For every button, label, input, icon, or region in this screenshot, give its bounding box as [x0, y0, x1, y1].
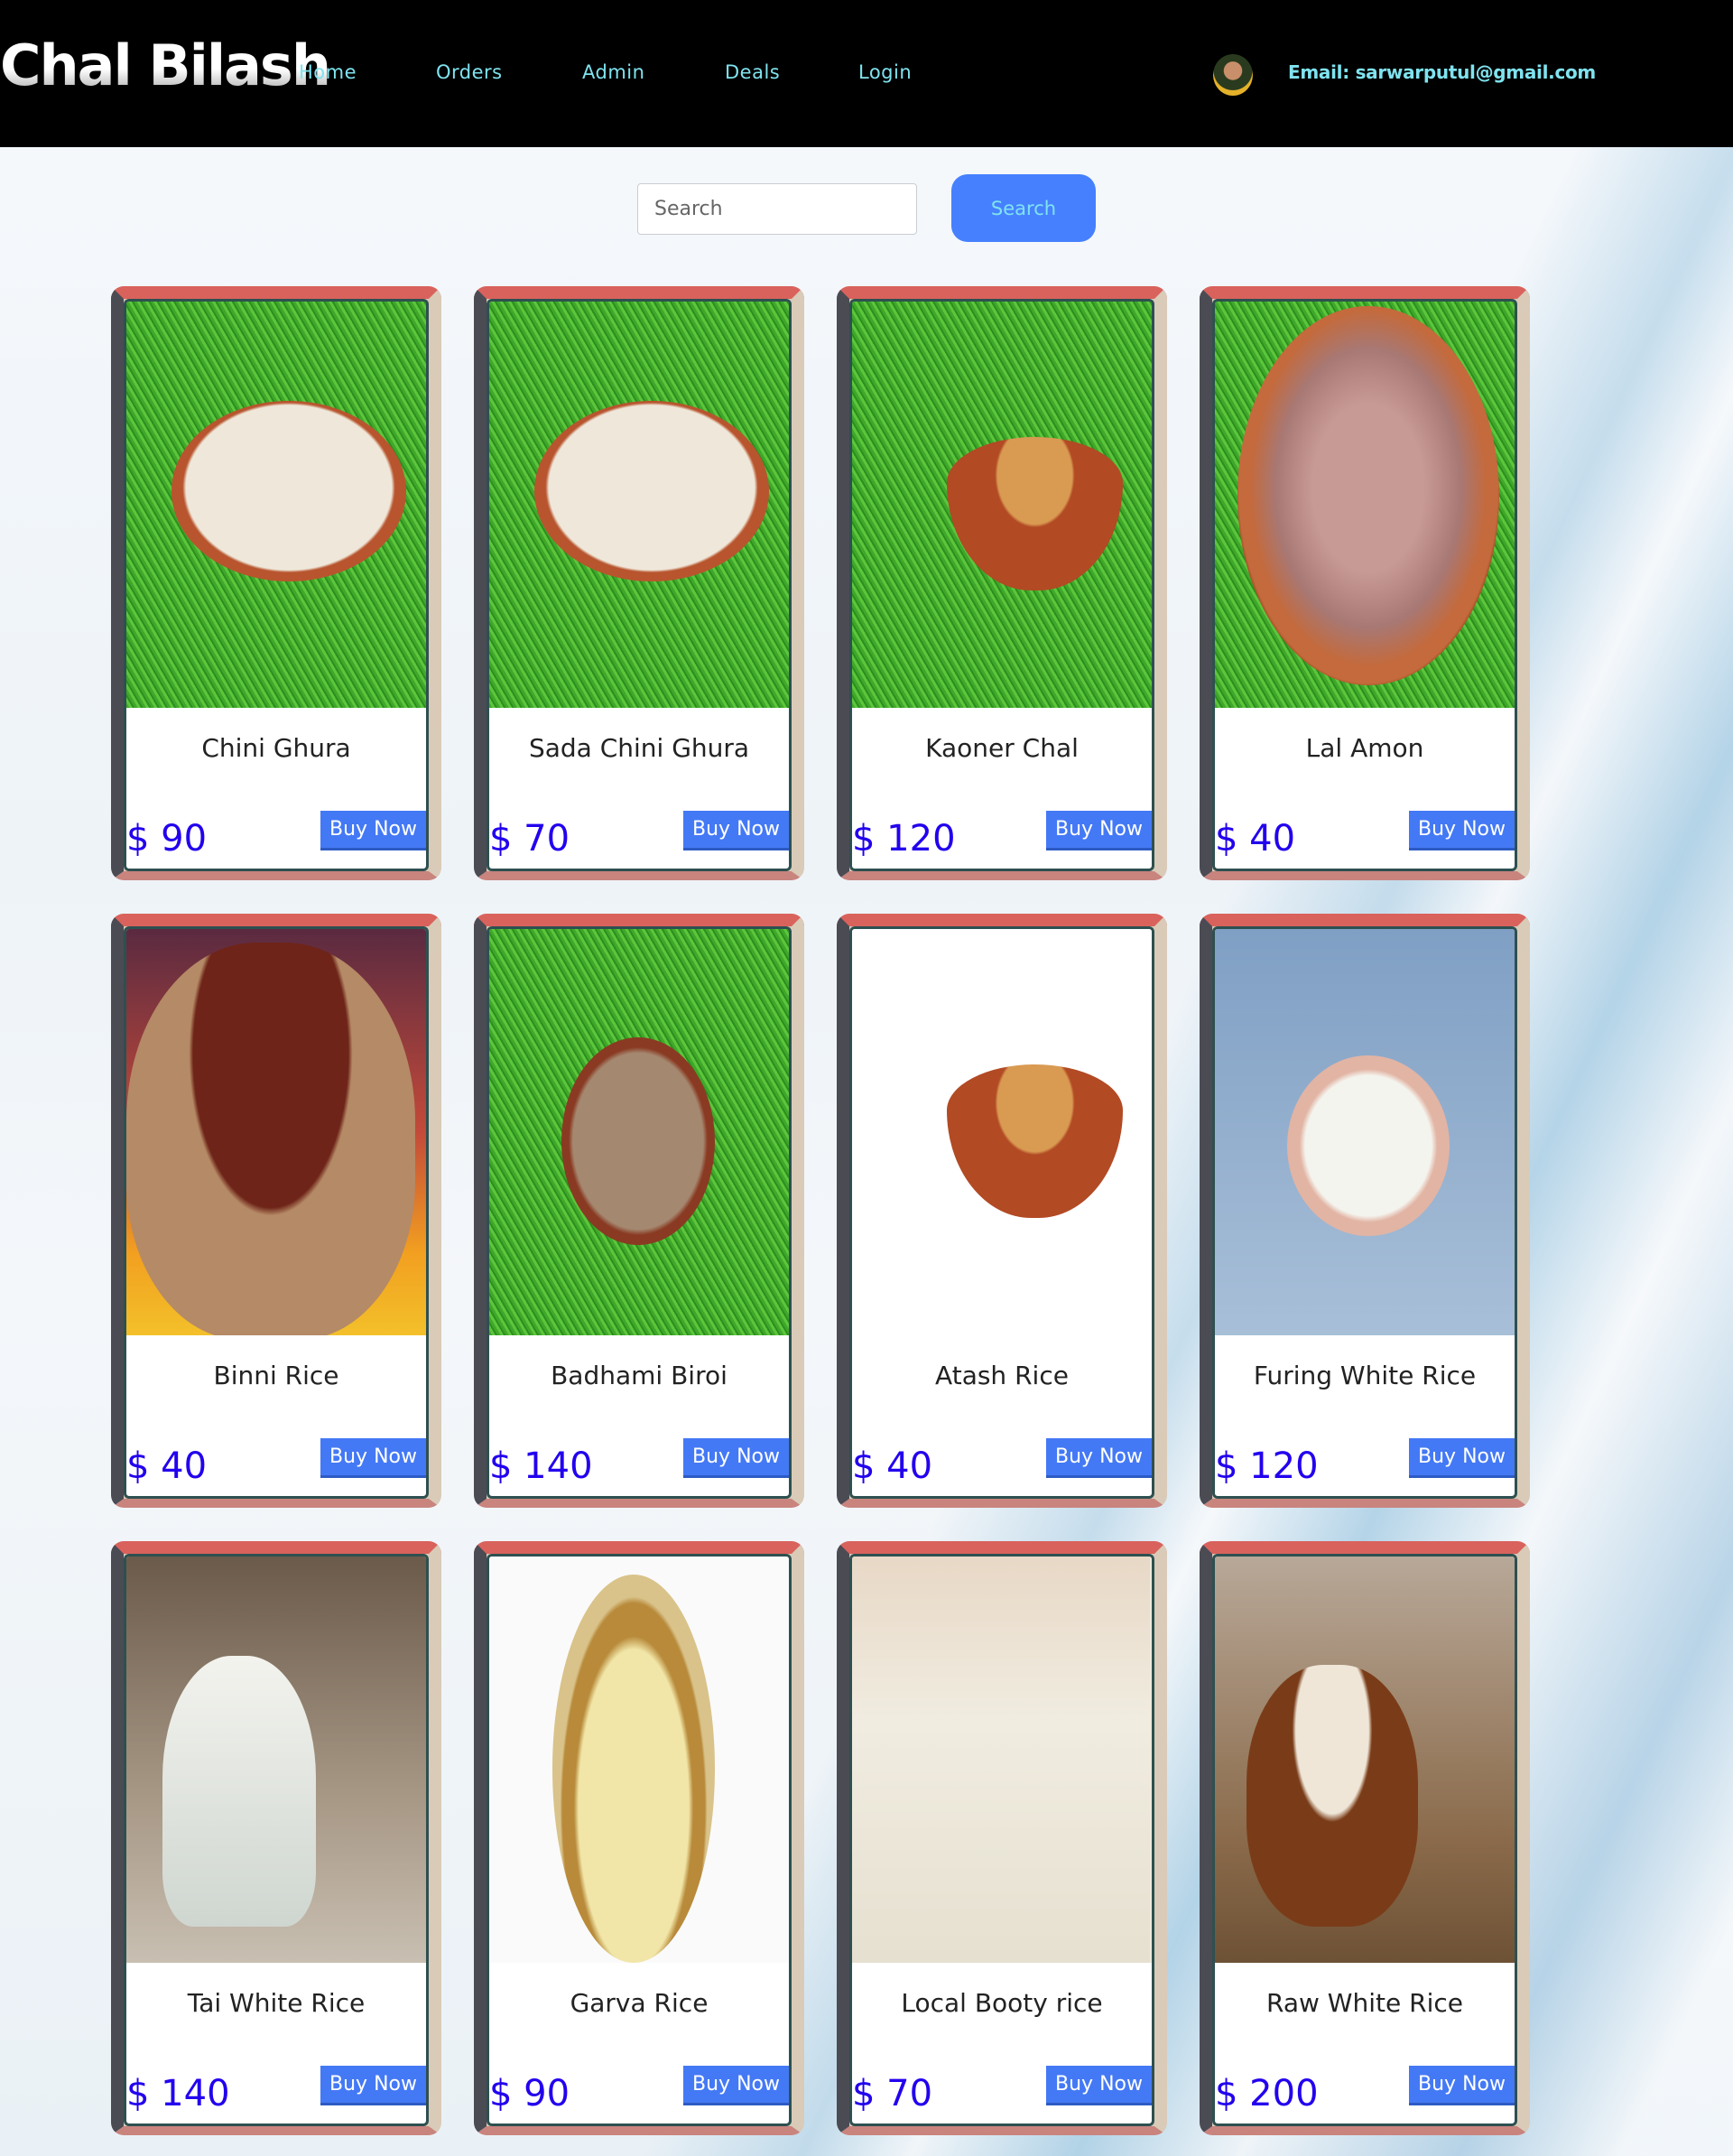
product-name: Chini Ghura — [201, 733, 351, 763]
product-card-body: Chini Ghura $ 90 Buy Now — [124, 299, 429, 871]
product-card-body: Badhami Biroi $ 140 Buy Now — [487, 926, 792, 1499]
product-card-body: Garva Rice $ 90 Buy Now — [487, 1554, 792, 2126]
buy-now-button[interactable]: Buy Now — [320, 2066, 426, 2105]
buy-now-button[interactable]: Buy Now — [1409, 1438, 1515, 1478]
product-image — [852, 302, 1152, 708]
nav-login[interactable]: Login — [858, 61, 912, 83]
product-card: Atash Rice $ 40 Buy Now — [837, 914, 1167, 1508]
buy-now-button[interactable]: Buy Now — [1409, 811, 1515, 850]
product-card: Raw White Rice $ 200 Buy Now — [1200, 1541, 1530, 2135]
product-name: Binni Rice — [213, 1361, 339, 1390]
buy-now-button[interactable]: Buy Now — [1046, 811, 1152, 850]
site-logo[interactable]: Chal Bilash — [0, 33, 331, 98]
product-card: Chini Ghura $ 90 Buy Now — [111, 286, 441, 880]
product-card: Binni Rice $ 40 Buy Now — [111, 914, 441, 1508]
product-card: Sada Chini Ghura $ 70 Buy Now — [474, 286, 804, 880]
product-image — [489, 302, 789, 708]
search-button[interactable]: Search — [951, 174, 1096, 242]
product-name: Badhami Biroi — [551, 1361, 727, 1390]
product-price: $ 90 — [489, 2073, 570, 2114]
product-card: Tai White Rice $ 140 Buy Now — [111, 1541, 441, 2135]
buy-now-button[interactable]: Buy Now — [1046, 2066, 1152, 2105]
product-image — [1215, 929, 1515, 1335]
buy-now-button[interactable]: Buy Now — [683, 2066, 789, 2105]
product-price: $ 140 — [126, 2073, 230, 2114]
product-price: $ 70 — [489, 818, 570, 860]
nav-deals[interactable]: Deals — [725, 61, 780, 83]
product-image — [126, 929, 426, 1335]
product-card-body: Furing White Rice $ 120 Buy Now — [1212, 926, 1517, 1499]
product-name: Garva Rice — [570, 1988, 709, 2018]
product-price: $ 40 — [1215, 818, 1296, 860]
product-image — [1215, 1557, 1515, 1963]
product-name: Kaoner Chal — [925, 733, 1079, 763]
user-avatar[interactable] — [1213, 54, 1253, 96]
product-card-body: Raw White Rice $ 200 Buy Now — [1212, 1554, 1517, 2126]
product-image — [852, 929, 1152, 1335]
product-name: Tai White Rice — [187, 1988, 366, 2018]
nav-admin[interactable]: Admin — [582, 61, 644, 83]
nav-home[interactable]: Home — [299, 61, 357, 83]
product-image — [852, 1557, 1152, 1963]
product-image — [126, 302, 426, 708]
product-card: Local Booty rice $ 70 Buy Now — [837, 1541, 1167, 2135]
user-email: Email: sarwarputul@gmail.com — [1288, 61, 1596, 83]
product-price: $ 70 — [852, 2073, 933, 2114]
product-price: $ 140 — [489, 1445, 593, 1487]
product-card-body: Atash Rice $ 40 Buy Now — [849, 926, 1154, 1499]
nav-orders[interactable]: Orders — [436, 61, 503, 83]
product-name: Sada Chini Ghura — [528, 733, 750, 763]
product-card: Garva Rice $ 90 Buy Now — [474, 1541, 804, 2135]
product-name: Atash Rice — [935, 1361, 1069, 1390]
buy-now-button[interactable]: Buy Now — [320, 1438, 426, 1478]
product-name: Raw White Rice — [1266, 1988, 1463, 2018]
product-image — [1215, 302, 1515, 708]
product-name: Local Booty rice — [901, 1988, 1103, 2018]
product-name: Furing White Rice — [1253, 1361, 1477, 1390]
product-card-body: Kaoner Chal $ 120 Buy Now — [849, 299, 1154, 871]
product-name: Lal Amon — [1305, 733, 1424, 763]
product-price: $ 200 — [1215, 2073, 1319, 2114]
product-image — [489, 929, 789, 1335]
product-card-body: Tai White Rice $ 140 Buy Now — [124, 1554, 429, 2126]
product-card-body: Local Booty rice $ 70 Buy Now — [849, 1554, 1154, 2126]
product-price: $ 120 — [852, 818, 956, 860]
buy-now-button[interactable]: Buy Now — [683, 1438, 789, 1478]
product-card: Lal Amon $ 40 Buy Now — [1200, 286, 1530, 880]
product-image — [489, 1557, 789, 1963]
buy-now-button[interactable]: Buy Now — [683, 811, 789, 850]
product-price: $ 40 — [126, 1445, 208, 1487]
product-price: $ 40 — [852, 1445, 933, 1487]
buy-now-button[interactable]: Buy Now — [320, 811, 426, 850]
product-image — [126, 1557, 426, 1963]
product-card: Kaoner Chal $ 120 Buy Now — [837, 286, 1167, 880]
top-navbar: Chal Bilash Home Orders Admin Deals Logi… — [0, 0, 1733, 147]
product-card: Furing White Rice $ 120 Buy Now — [1200, 914, 1530, 1508]
product-card-body: Sada Chini Ghura $ 70 Buy Now — [487, 299, 792, 871]
product-card-body: Binni Rice $ 40 Buy Now — [124, 926, 429, 1499]
product-price: $ 120 — [1215, 1445, 1319, 1487]
search-input[interactable] — [637, 183, 917, 235]
buy-now-button[interactable]: Buy Now — [1409, 2066, 1515, 2105]
product-card-body: Lal Amon $ 40 Buy Now — [1212, 299, 1517, 871]
product-price: $ 90 — [126, 818, 208, 860]
product-card: Badhami Biroi $ 140 Buy Now — [474, 914, 804, 1508]
buy-now-button[interactable]: Buy Now — [1046, 1438, 1152, 1478]
